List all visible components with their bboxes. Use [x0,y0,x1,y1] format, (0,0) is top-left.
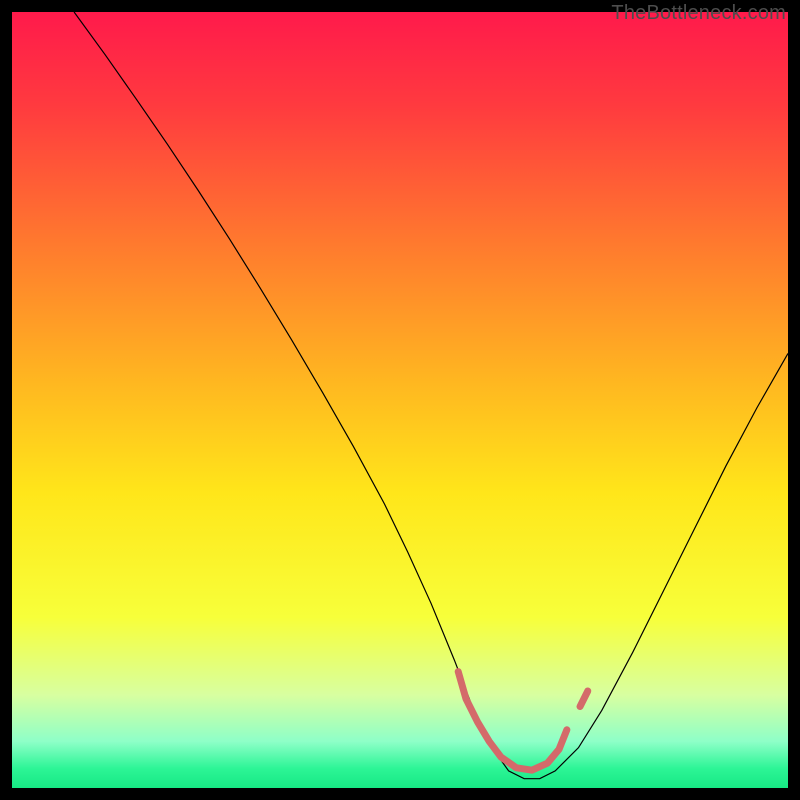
gradient-background [12,12,788,788]
bottleneck-chart [12,12,788,788]
watermark-text: TheBottleneck.com [611,2,786,25]
chart-frame [12,12,788,788]
